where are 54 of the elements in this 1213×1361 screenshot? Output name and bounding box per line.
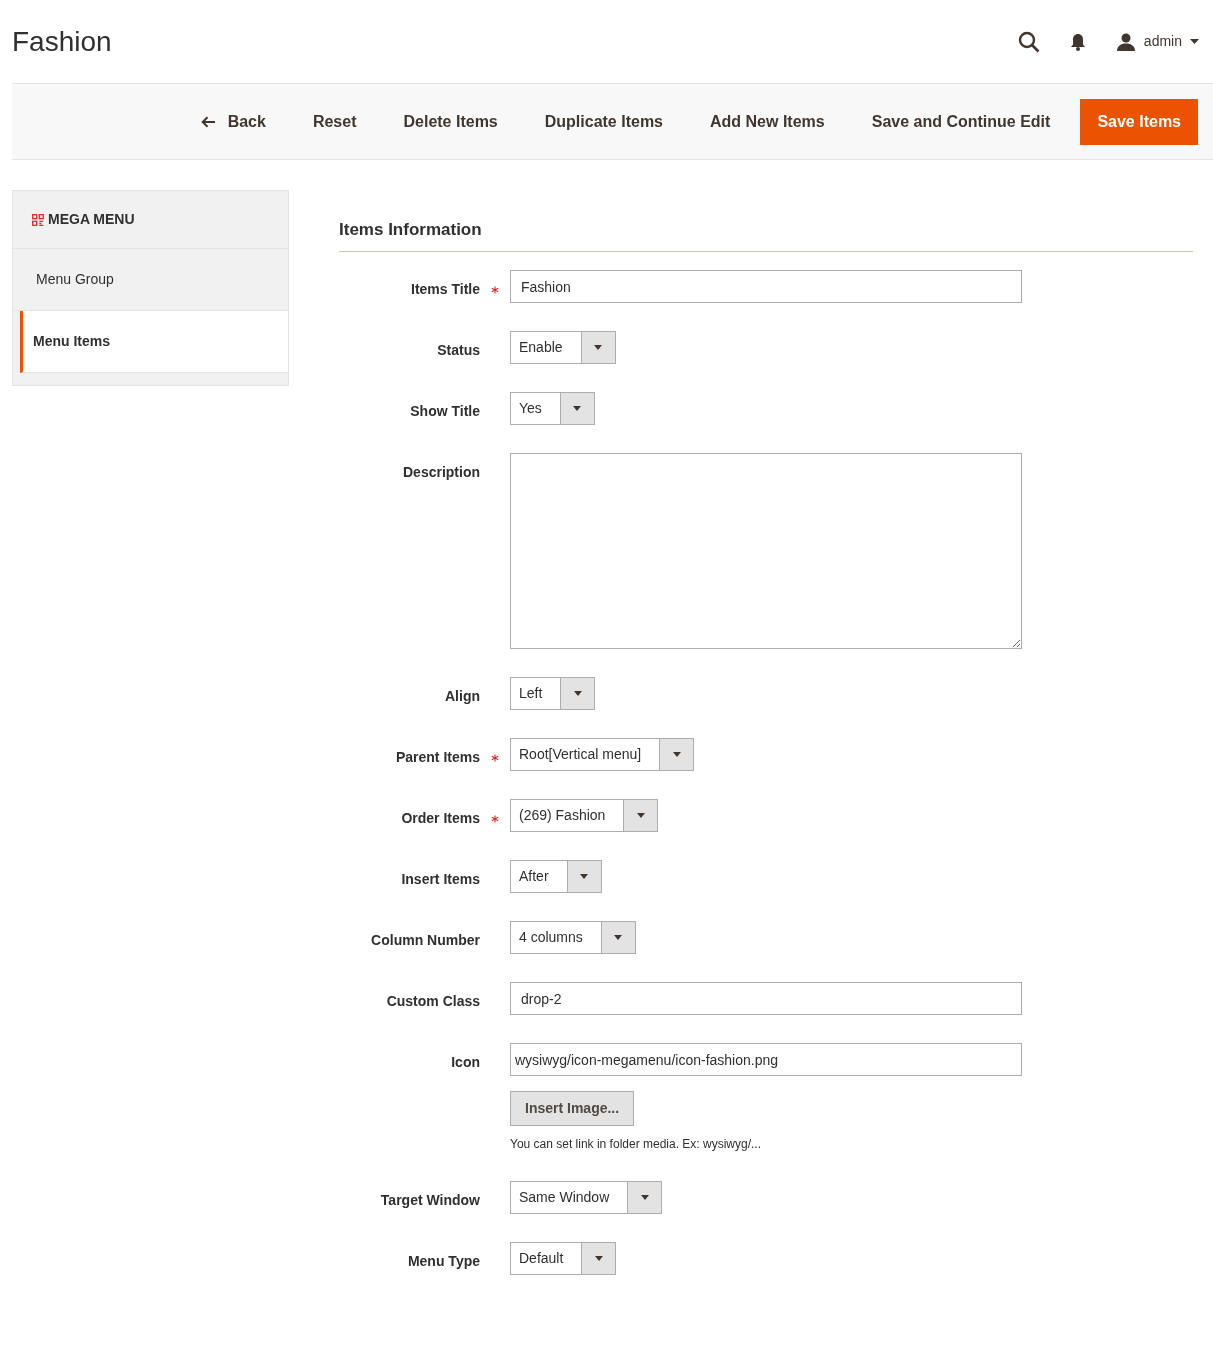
field-label: Parent Items [394, 748, 480, 768]
field-label: Custom Class [385, 992, 480, 1012]
caret-icon [580, 874, 589, 880]
select-field[interactable]: After [510, 860, 602, 894]
caret-icon [1190, 39, 1199, 44]
page-title: Fashion [12, 24, 112, 59]
text-field[interactable]: wysiwyg/icon-megamenu/icon-fashion.png [510, 1043, 1022, 1077]
search-icon[interactable] [1017, 30, 1040, 53]
caret-icon [636, 813, 645, 819]
caret-icon [640, 1195, 649, 1201]
toolbar-button[interactable]: Duplicate Items [544, 99, 663, 144]
select-field[interactable]: (269) Fashion [510, 799, 659, 833]
field-note: You can set link in folder media. Ex: wysiwyg/... [510, 1136, 762, 1154]
select-field[interactable]: 4 columns [510, 921, 636, 955]
field-label: Show Title [409, 402, 480, 422]
field-label: Insert Items [400, 870, 480, 890]
field-label: Menu Type [406, 1252, 480, 1272]
field-label: Icon [450, 1053, 480, 1073]
back-button[interactable]: Back [200, 99, 266, 144]
user-menu[interactable]: admin [1115, 31, 1199, 52]
field-label: Target Window [379, 1191, 480, 1211]
grid-icon [32, 213, 44, 226]
sidebar-item[interactable]: Menu Items [20, 311, 288, 373]
field-label: Order Items [400, 809, 480, 829]
caret-icon [614, 935, 623, 941]
toolbar-button[interactable]: Reset [312, 99, 357, 144]
toolbar-button[interactable]: Save and Continue Edit [871, 99, 1051, 144]
select-field[interactable]: Same Window [510, 1181, 663, 1215]
toolbar-button[interactable]: Add New Items [710, 99, 825, 144]
caret-icon [594, 345, 603, 351]
bell-icon[interactable] [1069, 32, 1086, 51]
select-field[interactable]: Left [510, 677, 596, 711]
user-icon [1115, 32, 1136, 51]
caret-icon [594, 1256, 603, 1262]
select-field[interactable]: Enable [510, 331, 616, 365]
field-label: Status [436, 341, 480, 361]
sidebar-title: MEGA MENU [48, 210, 135, 229]
text-field[interactable]: drop-2 [510, 982, 1022, 1016]
save-button[interactable]: Save Items [1080, 98, 1198, 145]
section-title: Items Information [339, 190, 1193, 253]
text-field[interactable]: Fashion [510, 270, 1022, 304]
select-field[interactable]: Root[Vertical menu] [510, 738, 695, 772]
caret-icon [573, 406, 582, 412]
arrow-left-icon [200, 115, 216, 128]
select-field[interactable]: Yes [510, 392, 595, 426]
field-label: Align [444, 687, 480, 707]
toolbar-button[interactable]: Delete Items [403, 99, 498, 144]
field-label: Column Number [370, 931, 480, 951]
insert-image-button[interactable]: Insert Image... [510, 1091, 635, 1127]
caret-icon [672, 752, 681, 758]
caret-icon [573, 691, 582, 697]
field-label: Description [402, 463, 480, 483]
field-label: Items Title [410, 280, 480, 300]
select-field[interactable]: Default [510, 1242, 617, 1276]
